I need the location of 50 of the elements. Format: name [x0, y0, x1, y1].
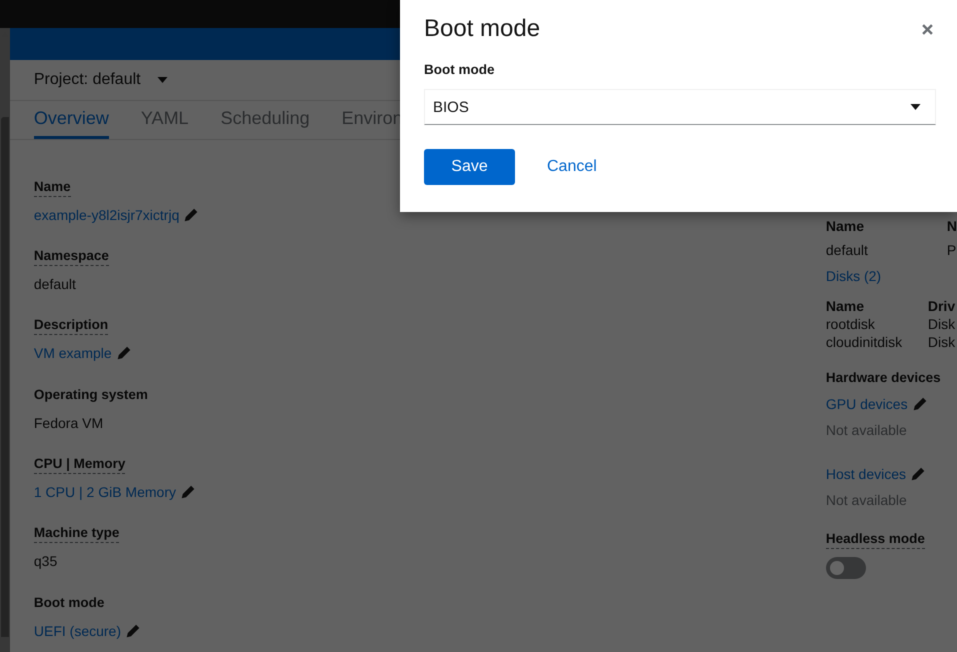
- tab[interactable]: YAML: [140, 101, 189, 139]
- device-link[interactable]: Host devices: [826, 464, 906, 484]
- save-button[interactable]: Save: [424, 149, 515, 185]
- field-label: Boot mode: [34, 594, 104, 612]
- pencil-icon[interactable]: [126, 624, 140, 638]
- status-text: Not available: [826, 421, 907, 440]
- pencil-icon[interactable]: [911, 467, 926, 481]
- field-value-link[interactable]: UEFI (secure): [34, 621, 121, 641]
- table-cell-text: rootdisk: [826, 316, 876, 332]
- pencil-icon[interactable]: [116, 346, 131, 360]
- cancel-button[interactable]: Cancel: [531, 149, 613, 185]
- pencil-icon[interactable]: [912, 397, 927, 411]
- field-label: Boot mode: [424, 62, 494, 77]
- field-value-link[interactable]: 1 CPU | 2 GiB Memory: [34, 482, 176, 502]
- column-header: N: [946, 218, 957, 234]
- field-label[interactable]: Description: [34, 316, 108, 335]
- pencil-icon[interactable]: [184, 208, 198, 222]
- column-header: Name: [826, 298, 866, 314]
- tab[interactable]: Scheduling: [220, 101, 310, 139]
- tab[interactable]: Overview: [34, 101, 109, 139]
- pencil-icon[interactable]: [181, 485, 195, 499]
- column-header: Name: [826, 218, 866, 234]
- field-label[interactable]: Namespace: [34, 247, 109, 266]
- field-label: Operating system: [34, 386, 148, 404]
- table-cell-text: cloudinitdisk: [826, 334, 904, 350]
- disks-link[interactable]: Disks (2): [826, 266, 882, 286]
- field-value-link[interactable]: VM example: [34, 343, 112, 363]
- project-dropdown[interactable]: Project: default: [34, 71, 168, 89]
- boot-mode-select[interactable]: BIOS: [424, 89, 936, 125]
- device-link[interactable]: GPU devices: [826, 394, 908, 414]
- table-cell: P: [946, 242, 957, 258]
- column-header: Driv: [928, 298, 956, 314]
- close-icon: [922, 24, 933, 34]
- section-heading: Hardware devices: [826, 369, 941, 387]
- field-value: Fedora VM: [34, 414, 104, 433]
- table-cell: Disk: [928, 334, 956, 350]
- table-cell: Disk: [928, 316, 956, 332]
- status-text: Not available: [826, 491, 907, 510]
- modal-title: Boot mode: [424, 14, 540, 44]
- field-value: q35: [34, 552, 58, 571]
- field-label[interactable]: CPU | Memory: [34, 455, 126, 474]
- field-value-link[interactable]: example-y8l2isjr7xictrjq: [34, 205, 180, 225]
- field-value: default: [34, 275, 76, 294]
- table-cell-text: default: [826, 242, 869, 258]
- headless-toggle[interactable]: [826, 557, 866, 579]
- caret-icon: [910, 104, 921, 110]
- field-label[interactable]: Name: [34, 178, 71, 197]
- caret-icon: [156, 77, 168, 83]
- field-label[interactable]: Machine type: [34, 524, 120, 543]
- field-label[interactable]: Headless mode: [826, 530, 925, 549]
